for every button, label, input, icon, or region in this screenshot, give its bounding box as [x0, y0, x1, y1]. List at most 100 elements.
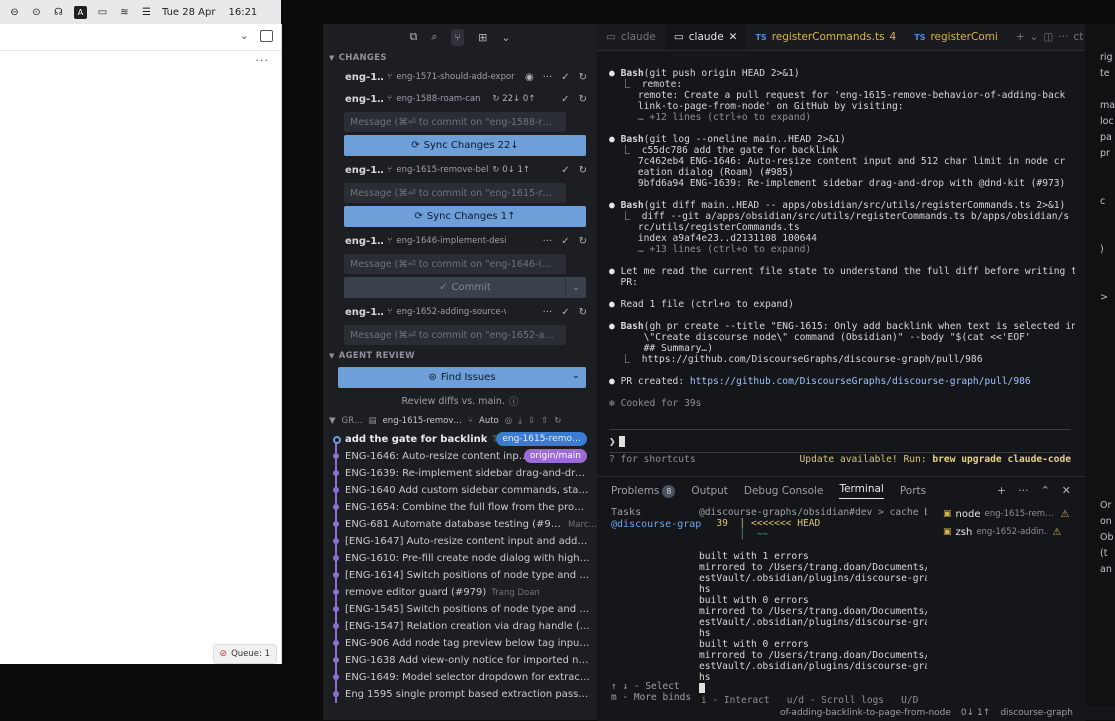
chevron-down-icon[interactable]: ⌄: [565, 277, 586, 298]
tab-0[interactable]: ▭ claude: [597, 24, 665, 50]
graph-commit-row[interactable]: [ENG-1614] Switch positions of node type…: [323, 567, 597, 584]
control-center-icon[interactable]: ⊖: [8, 6, 21, 19]
battery-icon[interactable]: ▭: [96, 6, 109, 19]
sync-status[interactable]: ↻ 22↓ 0↑: [492, 94, 535, 104]
search-icon[interactable]: ⌕: [431, 30, 437, 44]
graph-section-header[interactable]: ▼ GR… ▤ eng-1615-remov… ⑂ Auto ◎ ⤓ ⇩ ⇧ ↻: [323, 411, 597, 431]
more-icon[interactable]: ···: [543, 72, 553, 83]
more-icon[interactable]: ···: [1058, 31, 1068, 43]
fetch-icon[interactable]: ⤓: [518, 416, 522, 426]
pr-link[interactable]: https://github.com/DiscourseGraphs/disco…: [690, 376, 1031, 387]
control-icon[interactable]: ☰: [140, 6, 153, 19]
graph-commit-row[interactable]: [ENG-1545] Switch positions of node type…: [323, 601, 597, 618]
maximize-icon[interactable]: ⌃: [1041, 484, 1050, 497]
chevron-down-icon[interactable]: ⌄: [1030, 31, 1039, 43]
panel-tab-ports[interactable]: Ports: [900, 485, 926, 497]
check-icon[interactable]: ✓: [561, 307, 569, 318]
find-issues-button[interactable]: ⊜ Find Issues ⌄: [338, 367, 586, 388]
record-icon[interactable]: ⊙: [30, 6, 43, 19]
graph-commit-row[interactable]: ENG-681 Automate database testing (#957)…: [323, 516, 597, 533]
copy-icon[interactable]: ⧉: [409, 30, 417, 44]
graph-commit-row[interactable]: ENG-1610: Pre-fill create node dialog wi…: [323, 550, 597, 567]
chevron-down-icon[interactable]: ⌄: [240, 29, 249, 42]
branch-tag[interactable]: origin/main: [523, 449, 587, 463]
graph-auto[interactable]: Auto: [479, 416, 499, 426]
refresh-icon[interactable]: ↻: [554, 416, 561, 426]
chevron-down-icon[interactable]: ⌄: [501, 31, 510, 44]
sync-changes-button[interactable]: ⟳ Sync Changes 1↑: [344, 206, 586, 227]
commit-message-input[interactable]: Message (⌘⏎ to commit on "eng-1646-i…✦: [344, 254, 566, 274]
sync-changes-button[interactable]: ⟳ Sync Changes 22↓: [344, 135, 586, 156]
graph-commit-row[interactable]: ENG-1646: Auto-resize content inp… origin…: [323, 448, 597, 465]
target-icon[interactable]: ◎: [505, 416, 512, 426]
keyboard-icon[interactable]: A: [74, 5, 87, 19]
repo-row[interactable]: eng-1… ⑂ eng-1646-implement-desig ··· ✓ ↻: [323, 230, 597, 252]
eye-icon[interactable]: ◉: [525, 72, 534, 83]
headphones-icon[interactable]: ☊: [52, 6, 65, 19]
panel-tab-debug-console[interactable]: Debug Console: [744, 485, 824, 497]
graph-commit-row[interactable]: ENG-1640 Add custom sidebar commands, st…: [323, 482, 597, 499]
tab-3[interactable]: TS registerComi: [905, 24, 1007, 50]
commit-message-input[interactable]: Message (⌘⏎ to commit on "eng-1615-r…✦: [344, 183, 566, 203]
repo-row[interactable]: eng-1… ⑂ eng-1615-remove-bel ↻ 0↓ 1↑ ✓ ↻: [323, 159, 597, 181]
push-icon[interactable]: ⇧: [541, 416, 548, 426]
graph-commit-row[interactable]: ENG-1639: Re-implement sidebar drag-and-…: [323, 465, 597, 482]
graph-commit-row[interactable]: ENG-1654: Combine the full flow from the…: [323, 499, 597, 516]
refresh-icon[interactable]: ↻: [579, 94, 587, 105]
graph-commit-row[interactable]: ENG-1638 Add view-only notice for import…: [323, 652, 597, 669]
graph-commit-row[interactable]: [ENG-1647] Auto-resize content input and…: [323, 533, 597, 550]
graph-branch[interactable]: eng-1615-remov…: [383, 416, 462, 426]
refresh-icon[interactable]: ↻: [579, 307, 587, 318]
plus-icon[interactable]: +: [1016, 31, 1025, 43]
check-icon[interactable]: ✓: [561, 236, 569, 247]
branch-tag[interactable]: eng-1615-remo…: [496, 432, 587, 446]
sidebar-toggle-icon[interactable]: [260, 30, 273, 42]
info-icon[interactable]: ⓘ: [509, 394, 519, 408]
commit-message-input[interactable]: Message (⌘⏎ to commit on "eng-1652-a…✦: [344, 325, 566, 345]
panel-tab-problems[interactable]: Problems 8: [611, 484, 676, 498]
status-sync[interactable]: 0↓ 1↑: [961, 708, 990, 718]
changes-section-header[interactable]: ▼ CHANGES: [323, 50, 597, 66]
prompt-input[interactable]: ❯: [609, 429, 1071, 453]
queue-indicator[interactable]: ⊘ Queue: 1: [212, 644, 277, 664]
more-icon[interactable]: ···: [543, 307, 553, 318]
repo-row[interactable]: eng-1… ⑂ eng-1571-should-add-expor ◉ ··· ✓…: [323, 66, 597, 88]
source-control-icon[interactable]: ⑂: [451, 28, 465, 46]
status-repo[interactable]: discourse-graph: [1000, 708, 1073, 718]
graph-commit-row[interactable]: [ENG-1547] Relation creation via drag ha…: [323, 618, 597, 635]
check-icon[interactable]: ✓: [561, 72, 569, 83]
tab-2[interactable]: TS registerCommands.ts 4: [746, 24, 905, 50]
extensions-icon[interactable]: ⊞: [478, 31, 487, 44]
status-branch[interactable]: of-adding-backlink-to-page-from-node: [780, 708, 951, 718]
graph-commit-row[interactable]: add the gate for backlinkTr…eng-1615-rem…: [323, 431, 597, 448]
graph-commit-row[interactable]: ENG-1649: Model selector dropdown for ex…: [323, 669, 597, 686]
graph-commit-row[interactable]: Eng 1595 single prompt based extraction …: [323, 686, 597, 703]
pull-icon[interactable]: ⇩: [528, 416, 535, 426]
close-icon[interactable]: ✕: [729, 31, 738, 43]
graph-commit-row[interactable]: ENG-906 Add node tag preview below tag i…: [323, 635, 597, 652]
panel-tab-terminal[interactable]: Terminal: [839, 483, 884, 499]
tab-1[interactable]: ▭ claude ✕: [664, 24, 747, 50]
terminal-instance[interactable]: ▣ node eng-1615-rem… ⚠: [943, 505, 1075, 523]
plus-icon[interactable]: +: [997, 484, 1006, 497]
repo-row[interactable]: eng-1… ⑂ eng-1588-roam-can ↻ 22↓ 0↑ ✓ ↻: [323, 88, 597, 110]
close-icon[interactable]: ✕: [1062, 484, 1071, 497]
more-icon[interactable]: ···: [1018, 484, 1029, 497]
refresh-icon[interactable]: ↻: [579, 72, 587, 83]
repo-row[interactable]: eng-1… ⑂ eng-1652-adding-source-ve ··· ✓ ↻: [323, 301, 597, 323]
more-icon[interactable]: ···: [256, 54, 270, 67]
more-icon[interactable]: ···: [543, 236, 553, 247]
chevron-down-icon[interactable]: ⌄: [572, 370, 580, 381]
refresh-icon[interactable]: ↻: [579, 165, 587, 176]
wifi-icon[interactable]: ≋: [118, 6, 131, 19]
terminal-instance[interactable]: ▣ zsh eng-1652-addin… ⚠: [943, 523, 1075, 541]
sync-status[interactable]: ↻ 0↓ 1↑: [492, 165, 530, 175]
check-icon[interactable]: ✓: [561, 165, 569, 176]
agent-review-section-header[interactable]: ▼ AGENT REVIEW: [323, 348, 597, 364]
check-icon[interactable]: ✓: [561, 94, 569, 105]
graph-commit-row[interactable]: remove editor guard (#979) Trang Doan: [323, 584, 597, 601]
refresh-icon[interactable]: ↻: [579, 236, 587, 247]
commit-button[interactable]: ✓ Commit ⌄: [344, 277, 586, 298]
panel-tab-output[interactable]: Output: [691, 485, 727, 497]
task-item[interactable]: @discourse-grap: [611, 519, 701, 531]
